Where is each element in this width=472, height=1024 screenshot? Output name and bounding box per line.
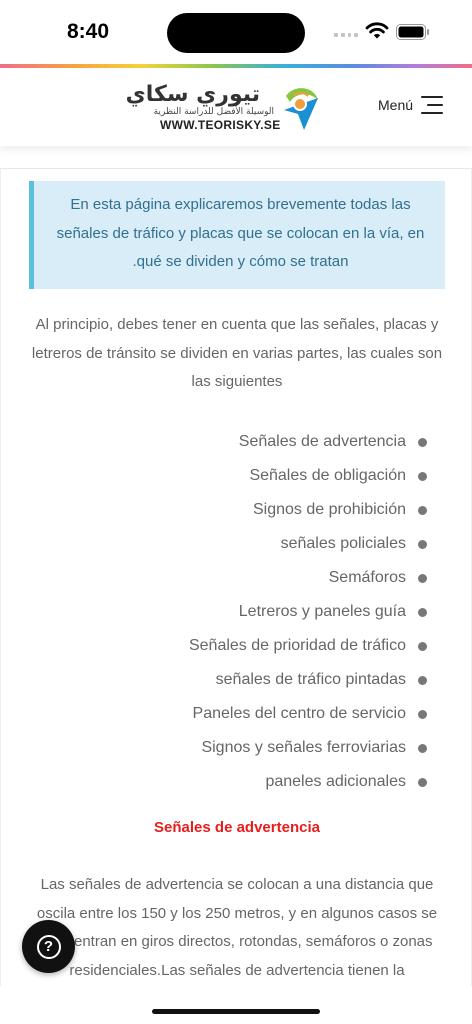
dynamic-island — [167, 13, 305, 53]
menu-button[interactable]: Menú — [378, 96, 444, 114]
status-bar: 8:40 — [0, 0, 472, 64]
logo-arabic-subtitle: الوسيلة الأفضل للدراسة النظرية — [153, 107, 274, 117]
home-indicator[interactable] — [152, 1009, 320, 1014]
help-button[interactable]: ? — [22, 920, 75, 973]
intro-paragraph: Al principio, debes tener en cuenta que … — [31, 316, 443, 390]
list-item: Señales de advertencia — [189, 425, 427, 459]
logo-arabic-title: تيوري سكاي — [125, 82, 260, 107]
menu-label: Menú — [378, 97, 414, 113]
list-item: Paneles del centro de servicio — [189, 697, 427, 731]
list-item: señales de tráfico pintadas — [189, 663, 427, 697]
intro-callout: En esta página explicaremos brevemente t… — [29, 181, 445, 289]
location-pin-logo-icon — [284, 88, 318, 130]
question-circle-icon: ? — [36, 934, 61, 959]
status-time: 8:40 — [67, 20, 110, 43]
site-header: تيوري سكاي الوسيلة الأفضل للدراسة النظري… — [0, 68, 472, 146]
list-item: paneles adicionales — [189, 765, 427, 799]
bullet-icon — [418, 505, 427, 515]
cellular-signal-icon — [334, 31, 358, 37]
bullet-icon — [418, 709, 427, 719]
list-item: señales policiales — [189, 527, 427, 561]
list-item: Signos y señales ferroviarias — [189, 731, 427, 765]
bullet-icon — [418, 437, 427, 447]
list-item: Señales de obligación — [189, 459, 427, 493]
battery-icon — [396, 24, 429, 40]
hamburger-icon — [421, 96, 444, 114]
sign-categories-list: Señales de advertencia Señales de obliga… — [189, 425, 427, 799]
list-item: Signos de prohibición — [189, 493, 427, 527]
section-paragraph: Las señales de advertencia se colocan a … — [36, 876, 438, 979]
logo-url-text: WWW.TEORISKY.SE — [160, 118, 281, 132]
section-title: Señales de advertencia — [154, 819, 320, 836]
main-content: En esta página explicaremos brevemente t… — [0, 168, 472, 986]
bullet-icon — [418, 641, 427, 651]
intro-text: En esta página explicaremos brevemente t… — [56, 196, 425, 270]
bullet-icon — [418, 743, 427, 753]
wifi-icon — [365, 22, 389, 39]
site-logo[interactable]: تيوري سكاي الوسيلة الأفضل للدراسة النظري… — [126, 82, 322, 136]
bullet-icon — [418, 607, 427, 617]
bullet-icon — [418, 539, 427, 549]
bullet-icon — [418, 777, 427, 787]
bottom-safe-area — [0, 986, 472, 1024]
bullet-icon — [418, 675, 427, 685]
list-item: Letreros y paneles guía — [189, 595, 427, 629]
bullet-icon — [418, 471, 427, 481]
bullet-icon — [418, 573, 427, 583]
list-item: Semáforos — [189, 561, 427, 595]
list-item: Señales de prioridad de tráfico — [189, 629, 427, 663]
